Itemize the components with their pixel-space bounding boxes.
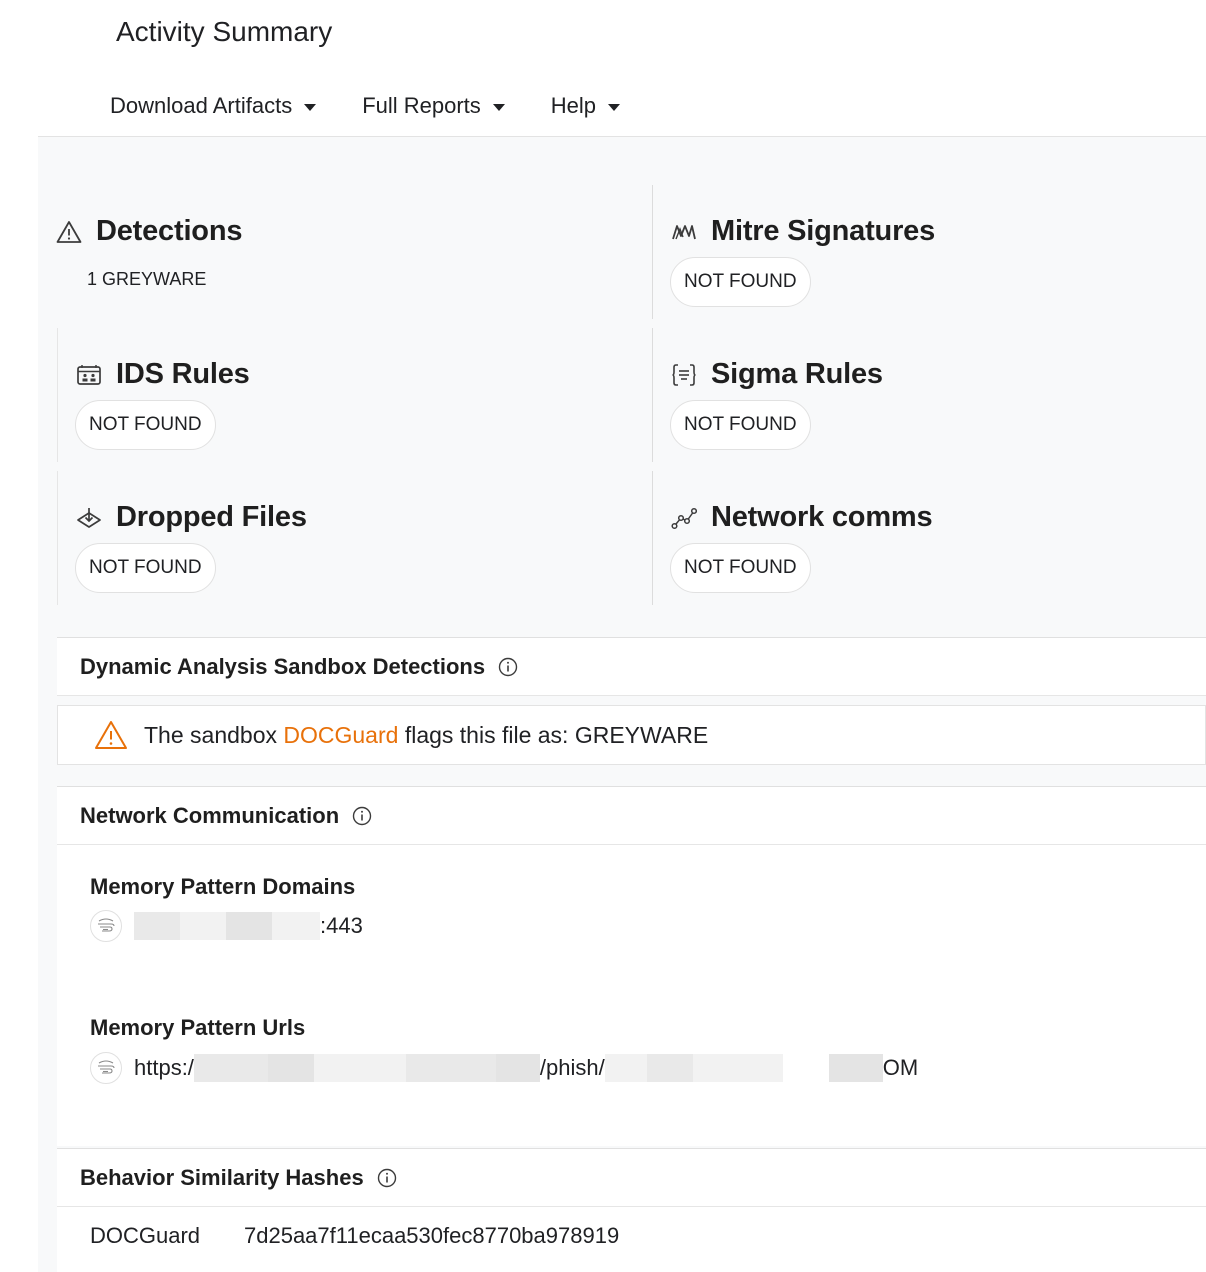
sandbox-text-prefix: The sandbox xyxy=(144,721,277,748)
info-icon[interactable] xyxy=(352,806,372,826)
sigma-rules-title: Sigma Rules xyxy=(711,358,883,390)
redacted-text xyxy=(313,1054,406,1082)
detections-title: Detections xyxy=(96,215,243,247)
dropped-status-chip: NOT FOUND xyxy=(75,543,216,593)
warning-triangle-icon xyxy=(56,219,82,245)
help-menu[interactable]: Help xyxy=(550,93,621,119)
network-comms-card: Network comms NOT FOUND xyxy=(652,471,1206,605)
redacted-text xyxy=(226,912,272,940)
content-area: Detections 1 GREYWARE Mitre Signatures N… xyxy=(38,136,1206,1272)
sandbox-detections-header[interactable]: Dynamic Analysis Sandbox Detections xyxy=(57,637,1206,696)
menu-label: Help xyxy=(550,93,597,118)
sigma-status-chip: NOT FOUND xyxy=(670,400,811,450)
redacted-text xyxy=(828,1054,883,1082)
caret-down-icon xyxy=(304,103,317,111)
redacted-text xyxy=(134,912,180,940)
menu-label: Full Reports xyxy=(362,93,481,118)
sandbox-detections-panel: Dynamic Analysis Sandbox Detections xyxy=(57,637,1206,696)
redacted-text xyxy=(180,912,226,940)
menu-bar: Download Artifacts Full Reports Help xyxy=(110,88,666,124)
hash-row: DOCGuard 7d25aa7f11ecaa530fec8770ba97891… xyxy=(90,1223,619,1249)
network-communication-header[interactable]: Network Communication xyxy=(57,786,1206,845)
sandbox-detections-title: Dynamic Analysis Sandbox Detections xyxy=(80,653,486,679)
network-status-chip: NOT FOUND xyxy=(670,543,811,593)
info-icon[interactable] xyxy=(498,657,518,677)
behavior-hashes-header[interactable]: Behavior Similarity Hashes xyxy=(57,1148,1206,1207)
url-scheme: https:/ xyxy=(134,1055,194,1080)
ids-rules-icon xyxy=(76,362,102,388)
hash-value[interactable]: 7d25aa7f11ecaa530fec8770ba978919 xyxy=(244,1223,619,1249)
detections-value: 1 GREYWARE xyxy=(87,269,207,289)
url-end: OM xyxy=(882,1055,919,1080)
memory-pattern-domain-item: :443 xyxy=(90,910,363,942)
dropped-files-icon xyxy=(76,505,102,531)
behavior-hashes-panel: Behavior Similarity Hashes DOCGuard 7d25… xyxy=(57,1148,1206,1272)
network-comms-title: Network comms xyxy=(711,501,933,533)
info-icon[interactable] xyxy=(377,1168,397,1188)
dropped-files-title: Dropped Files xyxy=(116,501,307,533)
detections-card: Detections 1 GREYWARE xyxy=(38,185,633,319)
sandbox-engine-link[interactable]: DOCGuard xyxy=(283,722,398,749)
redacted-text xyxy=(193,1054,268,1082)
full-reports-menu[interactable]: Full Reports xyxy=(362,93,505,119)
redacted-text xyxy=(692,1054,783,1082)
menu-label: Download Artifacts xyxy=(110,93,293,118)
download-artifacts-menu[interactable]: Download Artifacts xyxy=(110,93,317,119)
fingerprint-icon xyxy=(90,910,122,942)
mitre-card: Mitre Signatures NOT FOUND xyxy=(652,185,1206,319)
sigma-rules-icon xyxy=(671,362,697,388)
hash-engine: DOCGuard xyxy=(90,1223,201,1248)
ids-rules-title: IDS Rules xyxy=(116,358,250,390)
caret-down-icon xyxy=(492,103,505,111)
redacted-text xyxy=(272,912,320,940)
redacted-text xyxy=(405,1054,496,1082)
memory-pattern-urls-title: Memory Pattern Urls xyxy=(90,1015,306,1040)
fingerprint-icon xyxy=(90,1052,122,1084)
warning-triangle-icon xyxy=(94,720,128,750)
dropped-files-card: Dropped Files NOT FOUND xyxy=(57,471,652,605)
network-communication-panel: Network Communication Memory Pattern Dom… xyxy=(57,786,1206,1146)
behavior-hashes-title: Behavior Similarity Hashes xyxy=(80,1164,364,1190)
url-path: /phish/ xyxy=(539,1055,605,1080)
redacted-text xyxy=(604,1054,647,1082)
memory-pattern-domains-title: Memory Pattern Domains xyxy=(90,874,356,899)
mitre-status-chip: NOT FOUND xyxy=(670,257,811,307)
redacted-text xyxy=(646,1054,693,1082)
redacted-text xyxy=(267,1054,314,1082)
ids-rules-card: IDS Rules NOT FOUND xyxy=(57,328,652,462)
sigma-rules-card: Sigma Rules NOT FOUND xyxy=(652,328,1206,462)
caret-down-icon xyxy=(608,103,621,111)
ids-status-chip: NOT FOUND xyxy=(75,400,216,450)
sandbox-text-suffix: flags this file as: GREYWARE xyxy=(404,721,709,748)
network-communication-title: Network Communication xyxy=(80,802,340,828)
network-comms-icon xyxy=(671,505,697,531)
memory-pattern-url-item: https:/ /phish/ OM xyxy=(90,1052,918,1084)
redacted-text xyxy=(495,1054,540,1082)
domain-port: :443 xyxy=(320,913,363,938)
sandbox-detection-row: The sandbox DOCGuard flags this file as:… xyxy=(57,705,1206,765)
page-title: Activity Summary xyxy=(116,16,333,47)
mitre-title: Mitre Signatures xyxy=(711,215,936,247)
mitre-icon xyxy=(671,219,697,245)
